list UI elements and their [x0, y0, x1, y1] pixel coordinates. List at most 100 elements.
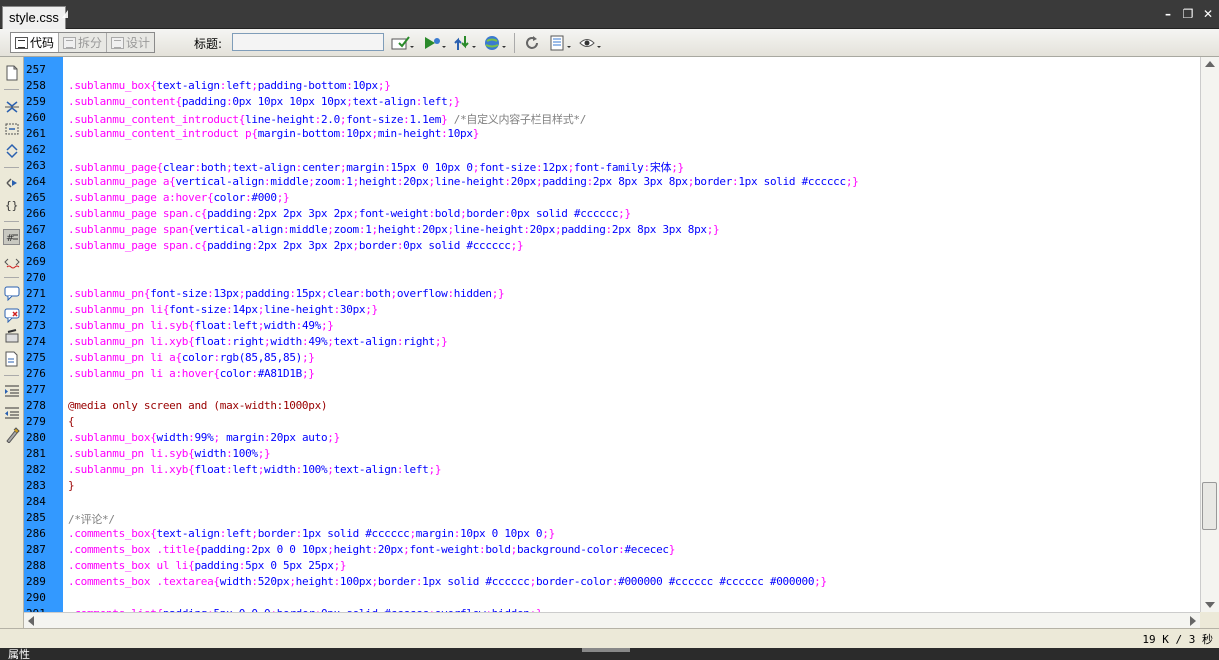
tab-label: style.css	[9, 10, 59, 25]
line-number: 289	[26, 575, 46, 588]
code-line: .sublanmu_page{clear:both;text-align:cen…	[68, 161, 684, 174]
line-number: 277	[26, 383, 46, 396]
code-line: .sublanmu_pn li.xyb{float:right;width:49…	[68, 335, 448, 348]
horizontal-scrollbar[interactable]	[24, 612, 1200, 628]
code-line: .sublanmu_pn li.syb{float:left;width:49%…	[68, 319, 334, 332]
line-number: 288	[26, 559, 46, 572]
code-line: .sublanmu_pn li{font-size:14px;line-heig…	[68, 303, 378, 316]
line-number: 285	[26, 511, 46, 524]
line-number: 273	[26, 319, 46, 332]
properties-panel-header[interactable]: 属性	[0, 648, 1219, 660]
svg-text:{}: {}	[5, 199, 18, 212]
design-view-label: 设计	[126, 36, 151, 50]
browser-compat-icon[interactable]	[422, 34, 448, 52]
code-line: .sublanmu_content_introduct p{margin-bot…	[68, 127, 480, 140]
vertical-scroll-thumb[interactable]	[1202, 482, 1217, 530]
line-number: 286	[26, 527, 46, 540]
line-number: 265	[26, 191, 46, 204]
tab-corner-icon	[62, 10, 68, 18]
code-line: .sublanmu_box{width:99%; margin:20px aut…	[68, 431, 340, 444]
code-line: .sublanmu_pn li.xyb{float:left;width:100…	[68, 463, 442, 476]
balance-braces-icon[interactable]: {}	[3, 197, 20, 213]
line-number-gutter: 257 258 259 260 261 262 263 264 265 266 267 268 269 2…	[24, 57, 63, 620]
view-options-icon[interactable]	[548, 34, 574, 52]
code-line: .sublanmu_pn li a{color:rgb(85,85,85);}	[68, 351, 315, 364]
code-line: .sublanmu_page span.c{padding:2px 2px 3p…	[68, 239, 524, 252]
line-number: 287	[26, 543, 46, 556]
format-source-code-icon[interactable]	[3, 427, 20, 443]
restore-icon[interactable]: ❐	[1181, 7, 1195, 21]
editor-window: style.css – ❐ ✕ 代码 拆分 设计 标题: {} # 257 25…	[0, 0, 1219, 660]
line-number: 281	[26, 447, 46, 460]
scroll-down-arrow-icon[interactable]	[1205, 602, 1215, 608]
highlight-invalid-code-icon[interactable]	[3, 253, 20, 269]
split-view-icon	[63, 36, 77, 49]
apply-comment-icon[interactable]	[3, 285, 20, 301]
outdent-code-icon[interactable]	[3, 405, 20, 421]
line-number: 279	[26, 415, 46, 428]
minimize-icon[interactable]: –	[1161, 7, 1175, 21]
scroll-up-arrow-icon[interactable]	[1205, 61, 1215, 67]
coding-toolbar: {} #	[0, 57, 24, 628]
line-number: 290	[26, 591, 46, 604]
open-documents-icon[interactable]	[3, 65, 20, 81]
line-numbers-icon[interactable]: #	[3, 229, 20, 245]
recent-snippets-icon[interactable]	[3, 351, 20, 367]
line-number: 258	[26, 79, 46, 92]
panel-resize-handle[interactable]	[582, 648, 630, 652]
code-view-icon	[15, 36, 28, 49]
select-parent-tag-icon[interactable]	[3, 175, 20, 191]
line-number: 259	[26, 95, 46, 108]
code-line: .sublanmu_page span{vertical-align:middl…	[68, 223, 720, 236]
expand-all-icon[interactable]	[3, 143, 20, 159]
line-number: 274	[26, 335, 46, 348]
code-line: {	[68, 415, 75, 428]
line-number: 275	[26, 351, 46, 364]
line-number: 271	[26, 287, 46, 300]
title-label: 标题:	[194, 37, 223, 51]
code-line: .sublanmu_page a:hover{color:#000;}	[68, 191, 290, 204]
line-number: 284	[26, 495, 46, 508]
code-line: .sublanmu_box{text-align:left;padding-bo…	[68, 79, 391, 92]
remove-comment-icon[interactable]	[3, 307, 20, 323]
wrap-tag-icon[interactable]	[3, 329, 20, 345]
line-number: 280	[26, 431, 46, 444]
vertical-scrollbar[interactable]	[1200, 57, 1219, 612]
line-number: 257	[26, 63, 46, 76]
document-toolbar: 代码 拆分 设计 标题:	[0, 29, 1219, 57]
preview-in-browser-icon[interactable]	[482, 34, 508, 52]
line-number: 278	[26, 399, 46, 412]
code-line: .comments_box{text-align:left;border:1px…	[68, 527, 555, 540]
validate-markup-icon[interactable]	[390, 34, 416, 52]
title-input[interactable]	[232, 33, 384, 51]
line-number: 264	[26, 175, 46, 188]
line-number: 283	[26, 479, 46, 492]
line-number: 276	[26, 367, 46, 380]
code-line: /*评论*/	[68, 513, 115, 526]
code-line: .comments_box ul li{padding:5px 0 5px 25…	[68, 559, 347, 572]
code-line: .sublanmu_pn{font-size:13px;padding:15px…	[68, 287, 505, 300]
file-size-status: 19 K / 3 秒	[1142, 633, 1213, 646]
collapse-selection-icon[interactable]	[3, 121, 20, 137]
code-line: }	[68, 479, 75, 492]
file-transfer-icon[interactable]	[452, 34, 478, 52]
line-number: 270	[26, 271, 46, 284]
scroll-right-arrow-icon[interactable]	[1190, 616, 1196, 626]
line-number: 268	[26, 239, 46, 252]
code-view-button[interactable]: 代码	[11, 33, 60, 52]
line-number: 262	[26, 143, 46, 156]
collapse-full-tag-icon[interactable]	[3, 99, 20, 115]
code-line: .comments_box .title{padding:2px 0 0 10p…	[68, 543, 676, 556]
indent-code-icon[interactable]	[3, 383, 20, 399]
close-icon[interactable]: ✕	[1201, 7, 1215, 21]
split-view-button[interactable]: 拆分	[59, 33, 108, 52]
design-view-button[interactable]: 设计	[107, 33, 154, 52]
scroll-left-arrow-icon[interactable]	[28, 616, 34, 626]
code-editor[interactable]: .sublanmu_box{text-align:left;padding-bo…	[63, 57, 1200, 612]
status-bar: 19 K / 3 秒	[0, 628, 1219, 648]
document-tab[interactable]: style.css	[2, 6, 66, 29]
visual-aids-icon[interactable]	[578, 34, 604, 52]
code-line: .sublanmu_pn li.syb{width:100%;}	[68, 447, 271, 460]
refresh-icon[interactable]	[522, 34, 542, 52]
line-number: 263	[26, 159, 46, 172]
